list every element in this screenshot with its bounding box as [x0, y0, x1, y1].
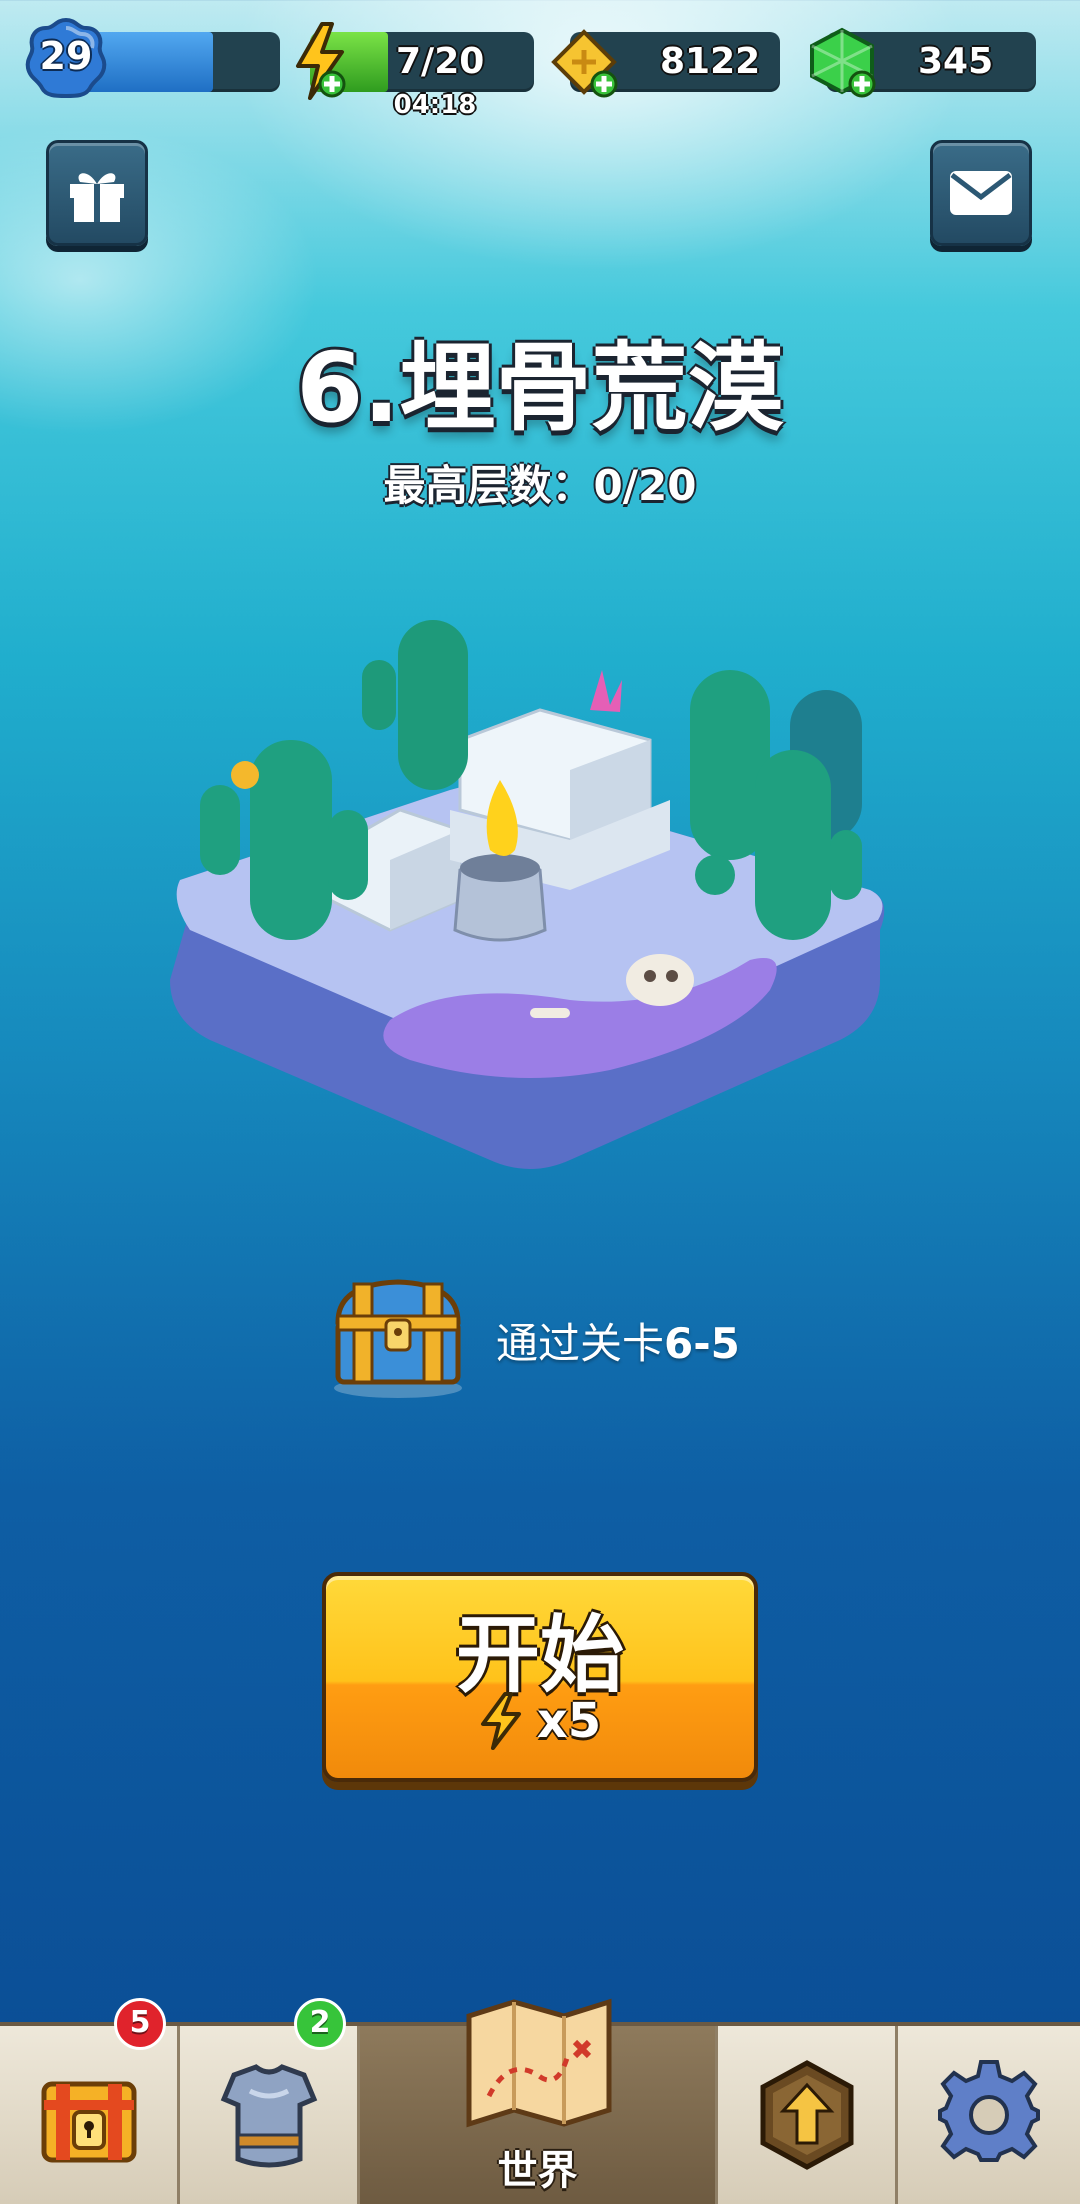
player-level: 29 — [39, 34, 93, 78]
reward-stage-number: 6-5 — [664, 1319, 740, 1368]
gift-button[interactable] — [46, 140, 148, 246]
gem-plus-icon — [810, 27, 876, 98]
armor-icon — [220, 2064, 317, 2168]
stage-title: 6.埋骨荒漠 — [296, 332, 784, 444]
coin-plus-icon — [551, 29, 618, 98]
equipment-notification-badge: 2 — [294, 1998, 346, 2050]
nav-tab-settings[interactable] — [898, 2026, 1080, 2204]
reward-requirement-text: 通过关卡 — [496, 1319, 665, 1368]
coins-count: 8122 — [660, 41, 761, 82]
world-tab-label: 世界 — [497, 2148, 578, 2194]
nav-tab-equipment[interactable]: 2 — [180, 1998, 360, 2204]
mail-button[interactable] — [930, 140, 1032, 246]
bottom-nav: 5 2 世界 — [0, 1998, 1080, 2204]
mail-icon — [950, 171, 1012, 215]
player-level-badge[interactable]: 29 — [24, 16, 108, 100]
energy-refill-timer: 04:18 — [393, 90, 477, 120]
desert-island-illustration[interactable] — [150, 600, 910, 1200]
nav-tab-upgrade[interactable] — [718, 2026, 898, 2204]
energy-count: 7/20 — [396, 41, 485, 82]
start-button-cost: x5 — [326, 1692, 754, 1750]
gift-icon — [70, 173, 124, 222]
treasure-chest-icon — [334, 1279, 462, 1398]
nav-tab-chests[interactable]: 5 — [0, 1998, 180, 2204]
start-button-label: 开始 — [455, 1606, 624, 1704]
energy-cost: x5 — [536, 1693, 602, 1749]
gems-count: 345 — [918, 41, 994, 82]
nav-tab-world[interactable]: 世界 — [360, 1998, 718, 2204]
start-button[interactable]: 开始 x5 — [322, 1572, 758, 1782]
energy-bolt-icon — [480, 1692, 521, 1750]
reward-requirement: 通过关卡6-5 — [496, 1310, 740, 1371]
upgrade-arrow-icon — [760, 2060, 853, 2170]
chests-notification-badge: 5 — [114, 1998, 166, 2050]
map-icon — [466, 1998, 612, 2128]
locked-chest-icon — [41, 2081, 136, 2163]
gear-icon — [938, 2060, 1040, 2162]
max-floor-label: 最高层数：0/20 — [383, 461, 697, 510]
energy-bolt-icon — [296, 22, 346, 100]
